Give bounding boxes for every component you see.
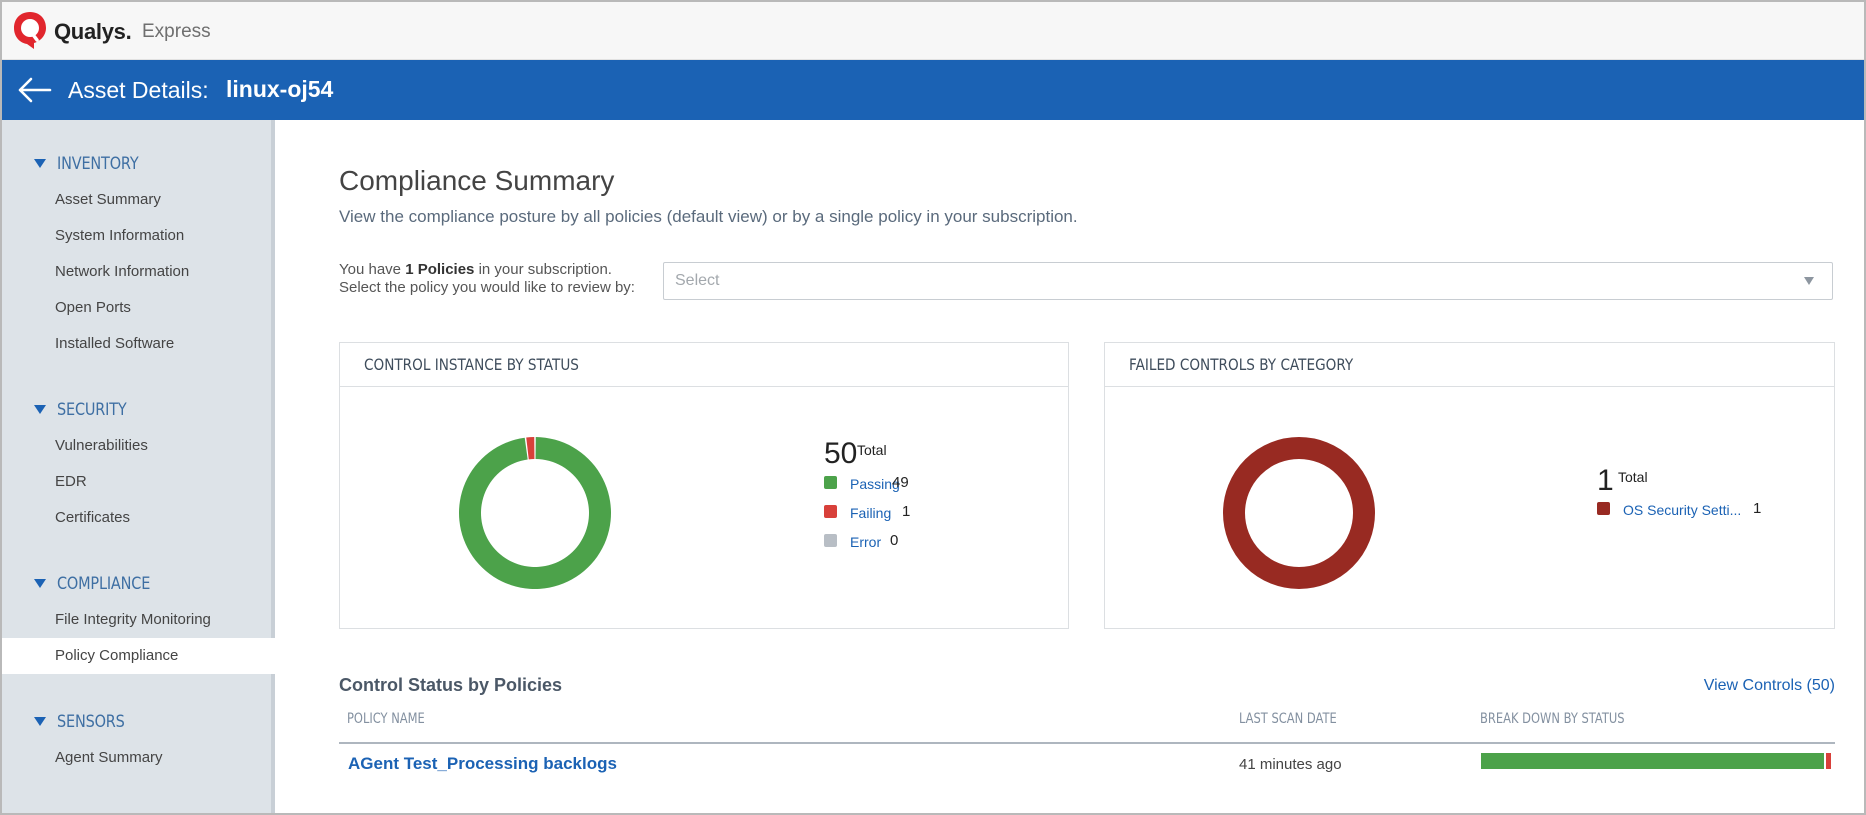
sidebar-section-header[interactable]: SENSORS	[2, 710, 275, 740]
page-header: Asset Details: linux-oj54	[2, 60, 1864, 120]
column-header-last-scan-date[interactable]: LAST SCAN DATE	[1239, 711, 1337, 727]
legend-swatch	[824, 505, 837, 518]
sidebar-section-label: SECURITY	[57, 400, 127, 420]
legend-value: 1	[902, 503, 911, 520]
sidebar-item-open-ports[interactable]: Open Ports	[2, 290, 275, 326]
section-subtitle: View the compliance posture by all polic…	[339, 207, 1078, 226]
status-breakdown-bar[interactable]	[1481, 753, 1831, 769]
status-donut-chart	[459, 437, 611, 589]
view-controls-link[interactable]: View Controls (50)	[1704, 677, 1835, 695]
sidebar-item-edr[interactable]: EDR	[2, 464, 275, 500]
collapse-triangle-icon	[34, 717, 46, 726]
breakdown-segment-passing[interactable]	[1481, 753, 1824, 769]
chevron-down-icon	[1804, 277, 1814, 285]
control-instance-card: CONTROL INSTANCE BY STATUS 50 Total Pass…	[339, 342, 1069, 629]
sidebar-section-inventory: INVENTORY Asset Summary System Informati…	[2, 152, 275, 362]
page-title-label: Asset Details:	[68, 77, 209, 103]
card-title: CONTROL INSTANCE BY STATUS	[364, 355, 579, 374]
sidebar-section-label: SENSORS	[57, 712, 125, 732]
column-header-policy-name[interactable]: POLICY NAME	[347, 711, 425, 727]
policy-select[interactable]: Select	[663, 262, 1833, 300]
legend-swatch	[1597, 502, 1610, 515]
sidebar-section-header[interactable]: COMPLIANCE	[2, 572, 275, 602]
sidebar-item-certificates[interactable]: Certificates	[2, 500, 275, 536]
sidebar-section-header[interactable]: INVENTORY	[2, 152, 275, 182]
back-arrow-icon[interactable]	[16, 75, 52, 105]
legend-value: 49	[892, 474, 909, 491]
category-donut-chart	[1223, 437, 1375, 589]
sidebar-section-header[interactable]: SECURITY	[2, 398, 275, 428]
total-label: Total	[1618, 469, 1648, 485]
sidebar-item-policy-compliance[interactable]: Policy Compliance	[2, 638, 275, 674]
sidebar-item-installed-software[interactable]: Installed Software	[2, 326, 275, 362]
table-header-divider	[339, 742, 1835, 744]
asset-name: linux-oj54	[226, 76, 334, 102]
sidebar-item-vulnerabilities[interactable]: Vulnerabilities	[2, 428, 275, 464]
control-status-title: Control Status by Policies	[339, 675, 563, 695]
legend-value: 1	[1753, 500, 1762, 517]
collapse-triangle-icon	[34, 405, 46, 414]
sidebar-section-sensors: SENSORS Agent Summary	[2, 710, 275, 776]
legend-label[interactable]: Error	[850, 534, 881, 550]
policy-select-placeholder: Select	[675, 272, 720, 289]
card-title: FAILED CONTROLS BY CATEGORY	[1129, 355, 1354, 374]
legend-swatch	[824, 476, 837, 489]
donut-slice-os-security-setti[interactable]	[1223, 437, 1375, 589]
sidebar: INVENTORY Asset Summary System Informati…	[2, 120, 275, 813]
last-scan-date: 41 minutes ago	[1239, 756, 1342, 773]
brand-bar: Qualys. Express	[2, 2, 1864, 60]
breakdown-segment-failing[interactable]	[1824, 753, 1831, 769]
section-title: Compliance Summary	[339, 165, 615, 196]
sidebar-section-compliance: COMPLIANCE File Integrity Monitoring Pol…	[2, 572, 275, 674]
policy-count: 1 Policies	[405, 261, 475, 278]
sidebar-section-label: INVENTORY	[57, 154, 139, 174]
sidebar-section-label: COMPLIANCE	[57, 574, 151, 594]
qualys-logo-icon	[14, 12, 46, 49]
legend-value: 0	[890, 532, 899, 549]
sidebar-section-security: SECURITY Vulnerabilities EDR Certificate…	[2, 398, 275, 536]
failed-controls-card: FAILED CONTROLS BY CATEGORY 1 Total OS S…	[1104, 342, 1835, 629]
legend-label[interactable]: OS Security Setti...	[1623, 502, 1741, 518]
total-label: Total	[857, 442, 887, 458]
collapse-triangle-icon	[34, 159, 46, 168]
sidebar-item-system-information[interactable]: System Information	[2, 218, 275, 254]
policy-name-link[interactable]: AGent Test_Processing backlogs	[348, 754, 617, 774]
donut-slice-failing[interactable]	[526, 437, 535, 460]
legend-swatch	[824, 534, 837, 547]
sidebar-item-network-information[interactable]: Network Information	[2, 254, 275, 290]
policy-count-note: You have 1 Policies in your subscription…	[339, 261, 635, 296]
legend-label[interactable]: Failing	[850, 505, 891, 521]
column-header-breakdown: BREAK DOWN BY STATUS	[1480, 711, 1625, 727]
total-count: 1	[1597, 464, 1614, 497]
main-content: Compliance Summary View the compliance p…	[277, 120, 1864, 813]
total-count: 50	[824, 437, 858, 470]
sidebar-item-agent-summary[interactable]: Agent Summary	[2, 740, 275, 776]
brand-product: Express	[142, 21, 211, 42]
sidebar-item-asset-summary[interactable]: Asset Summary	[2, 182, 275, 218]
brand-name: Qualys.	[54, 19, 132, 44]
collapse-triangle-icon	[34, 579, 46, 588]
sidebar-item-file-integrity-monitoring[interactable]: File Integrity Monitoring	[2, 602, 275, 638]
donut-slice-passing[interactable]	[459, 437, 611, 589]
